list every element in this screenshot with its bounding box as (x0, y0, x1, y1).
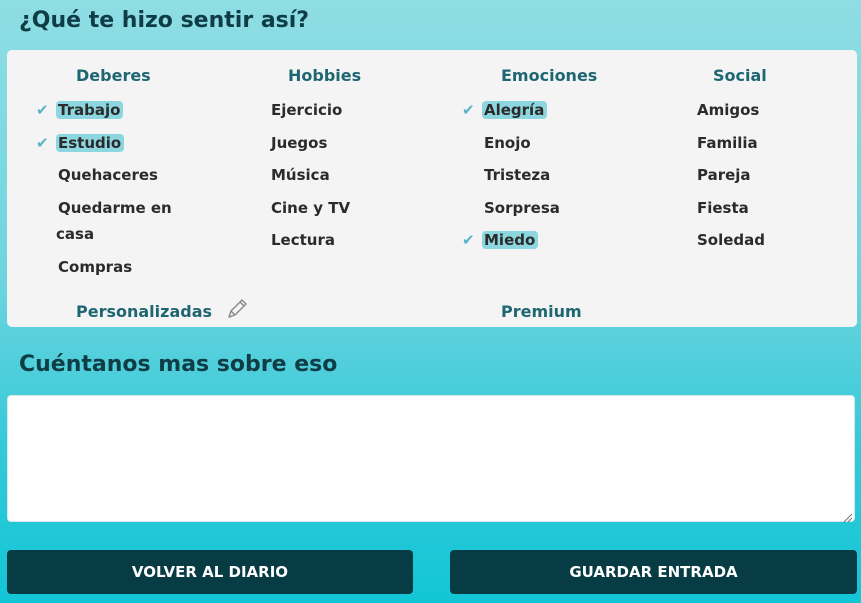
option-quehaceres[interactable]: Quehaceres (56, 162, 186, 188)
option-quedarme-en-casa[interactable]: Quedarme en casa (56, 195, 181, 247)
option-tristeza[interactable]: Tristeza (482, 162, 612, 188)
option-lectura[interactable]: Lectura (269, 227, 399, 253)
save-entry-button[interactable]: GUARDAR ENTRADA (450, 550, 857, 594)
option-alegria[interactable]: ✔ Alegría (462, 97, 612, 123)
option-trabajo[interactable]: ✔ Trabajo (36, 97, 186, 123)
pencil-icon[interactable] (224, 296, 250, 322)
tell-more-heading: Cuéntanos mas sobre eso (19, 352, 338, 377)
option-estudio[interactable]: ✔ Estudio (36, 130, 186, 156)
category-panel: Deberes ✔ Trabajo ✔ Estudio Quehaceres Que… (7, 50, 857, 327)
option-pareja[interactable]: Pareja (695, 162, 825, 188)
resize-grip-icon[interactable] (843, 510, 853, 523)
category-title: Hobbies (288, 66, 362, 85)
category-title: Deberes (76, 66, 151, 85)
check-icon: ✔ (36, 101, 49, 119)
option-ejercicio[interactable]: Ejercicio (269, 97, 399, 123)
check-icon: ✔ (36, 134, 49, 152)
premium-category-title: Premium (501, 302, 582, 321)
option-cine-y-tv[interactable]: Cine y TV (269, 195, 399, 221)
option-soledad[interactable]: Soledad (695, 227, 825, 253)
option-familia[interactable]: Familia (695, 130, 825, 156)
category-title: Social (713, 66, 767, 85)
notes-textarea[interactable] (7, 395, 855, 522)
option-miedo[interactable]: ✔ Miedo (462, 227, 612, 253)
option-sorpresa[interactable]: Sorpresa (482, 195, 612, 221)
option-juegos[interactable]: Juegos (269, 130, 399, 156)
custom-category-title: Personalizadas (76, 302, 213, 321)
option-compras[interactable]: Compras (56, 254, 186, 280)
option-enojo[interactable]: Enojo (482, 130, 612, 156)
check-icon: ✔ (462, 231, 475, 249)
option-fiesta[interactable]: Fiesta (695, 195, 825, 221)
option-amigos[interactable]: Amigos (695, 97, 825, 123)
question-heading: ¿Qué te hizo sentir así? (19, 8, 310, 33)
option-musica[interactable]: Música (269, 162, 399, 188)
check-icon: ✔ (462, 101, 475, 119)
back-to-diary-button[interactable]: VOLVER AL DIARIO (7, 550, 413, 594)
category-title: Emociones (501, 66, 598, 85)
